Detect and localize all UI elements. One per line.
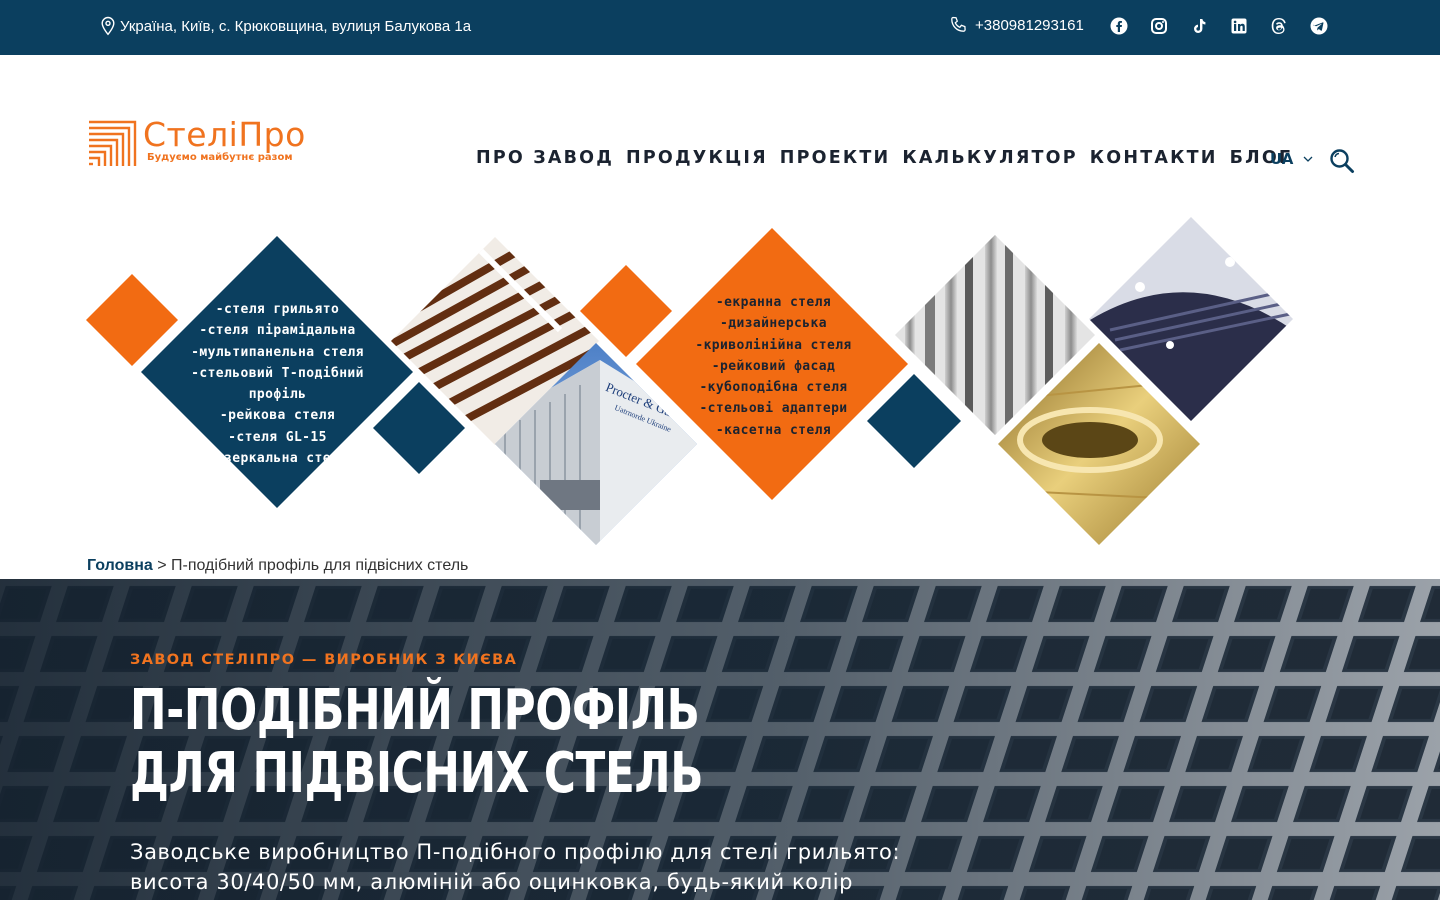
phone-number: +380981293161: [975, 16, 1084, 34]
product-link[interactable]: -дзеркальна стеля: [160, 448, 395, 469]
products-right-list: -екранна стеля -дизайнерська -криволіній…: [656, 292, 891, 441]
product-link[interactable]: -стеля пірамідальна: [160, 320, 395, 341]
product-link[interactable]: -стельові адаптери: [656, 398, 891, 419]
hero-desc-line1: Заводське виробництво П-подібного профіл…: [130, 840, 901, 864]
breadcrumb-home[interactable]: Головна: [87, 557, 153, 574]
address[interactable]: Україна, Київ, с. Крюковщина, вулиця Бал…: [100, 16, 471, 36]
linkedin-icon[interactable]: [1230, 17, 1248, 35]
site-header: СтеліПро Будуємо майбутнє разом ПРО ЗАВО…: [0, 55, 1440, 215]
threads-icon[interactable]: [1270, 17, 1288, 35]
nav-contacts[interactable]: КОНТАКТИ: [1090, 148, 1218, 168]
product-link[interactable]: -касетна стеля: [656, 420, 891, 441]
hero-title-line1: П-ПОДІБНИЙ ПРОФІЛЬ: [130, 678, 700, 743]
hero-title: П-ПОДІБНИЙ ПРОФІЛЬ ДЛЯ ПІДВІСНИХ СТЕЛЬ: [130, 678, 704, 806]
hero-eyebrow: ЗАВОД СТЕЛІПРО — ВИРОБНИК З КИЄВА: [130, 652, 518, 668]
product-link[interactable]: -криволінійна стеля: [656, 335, 891, 356]
hero-title-line2: ДЛЯ ПІДВІСНИХ СТЕЛЬ: [130, 741, 704, 806]
chevron-down-icon: [1303, 156, 1313, 162]
product-link[interactable]: -екранна стеля: [656, 292, 891, 313]
nav-projects[interactable]: ПРОЕКТИ: [780, 148, 891, 168]
product-link[interactable]: -стельовий Т-подібний профіль: [160, 363, 395, 406]
main-nav: ПРО ЗАВОД ПРОДУКЦІЯ ПРОЕКТИ КАЛЬКУЛЯТОР …: [476, 148, 1292, 168]
phone-icon: [951, 16, 966, 32]
product-link[interactable]: -дизайнерська: [656, 313, 891, 334]
products-left-list: -стеля грильято -стеля пірамідальна -мул…: [160, 299, 395, 469]
product-link[interactable]: -мультипанельна стеля: [160, 342, 395, 363]
logo-name: СтеліПро: [143, 115, 306, 154]
logo-slogan: Будуємо майбутнє разом: [147, 152, 293, 163]
hero-section: ЗАВОД СТЕЛІПРО — ВИРОБНИК З КИЄВА П-ПОДІ…: [0, 579, 1440, 900]
language-switcher[interactable]: UA: [1270, 150, 1313, 168]
social-links: [1110, 17, 1328, 35]
product-link[interactable]: -рейкова стеля: [160, 405, 395, 426]
product-link[interactable]: -стеля GL-15: [160, 427, 395, 448]
address-text: Україна, Київ, с. Крюковщина, вулиця Бал…: [120, 17, 472, 35]
telegram-icon[interactable]: [1310, 17, 1328, 35]
product-link[interactable]: -рейковий фасад: [656, 356, 891, 377]
product-mosaic: Procter & Gamble Uatrnorde Ukraine -стел…: [0, 215, 1440, 550]
product-link[interactable]: -стеля грильято: [160, 299, 395, 320]
hero-description: Заводське виробництво П-подібного профіл…: [130, 837, 1030, 897]
instagram-icon[interactable]: [1150, 17, 1168, 35]
nav-calculator[interactable]: КАЛЬКУЛЯТОР: [902, 148, 1077, 168]
facebook-icon[interactable]: [1110, 17, 1128, 35]
map-pin-icon: [101, 16, 115, 36]
product-link[interactable]: -кубоподібна стеля: [656, 377, 891, 398]
breadcrumb: Головна > П-подібний профіль для підвісн…: [87, 557, 468, 575]
search-icon[interactable]: [1329, 148, 1355, 174]
nav-about[interactable]: ПРО ЗАВОД: [476, 148, 614, 168]
tiktok-icon[interactable]: [1190, 17, 1208, 35]
logo[interactable]: СтеліПро Будуємо майбутнє разом: [87, 118, 306, 168]
top-bar: Україна, Київ, с. Крюковщина, вулиця Бал…: [0, 0, 1440, 55]
nav-products[interactable]: ПРОДУКЦІЯ: [626, 148, 768, 168]
phone[interactable]: +380981293161: [949, 16, 1084, 34]
breadcrumb-separator: >: [152, 557, 172, 574]
language-current: UA: [1270, 150, 1294, 168]
breadcrumb-current: П-подібний профіль для підвісних стель: [171, 557, 469, 574]
logo-mark-icon: [89, 120, 137, 166]
hero-desc-line2: висота 30/40/50 мм, алюміній або оцинков…: [130, 870, 854, 894]
